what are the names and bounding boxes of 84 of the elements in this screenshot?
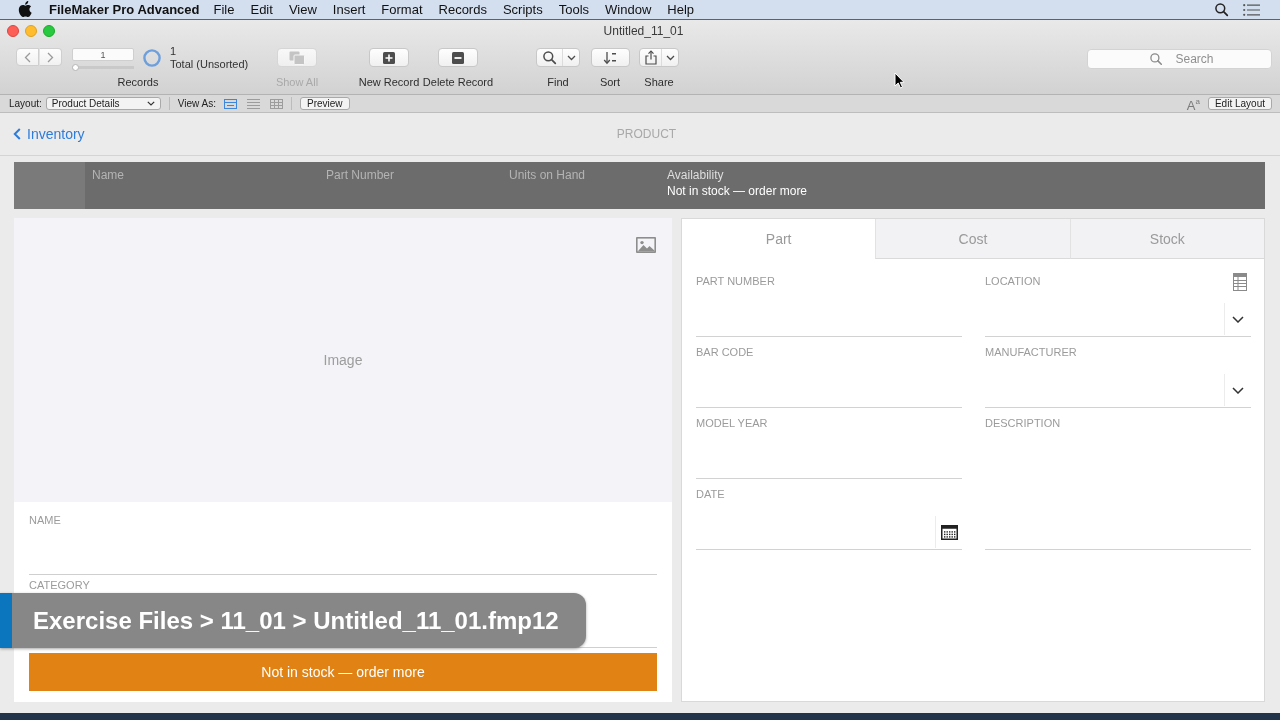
column-header: Part Number — [326, 168, 395, 182]
plus-icon — [383, 51, 395, 64]
list-icon[interactable] — [1243, 3, 1260, 16]
search-field[interactable]: Search — [1087, 49, 1272, 69]
field-label: DATE — [696, 487, 725, 501]
image-label: Image — [323, 352, 363, 368]
field-label: PART NUMBER — [696, 274, 775, 288]
search-icon — [1150, 53, 1162, 65]
chevron-left-icon — [24, 51, 31, 63]
close-button[interactable] — [7, 25, 19, 37]
field-label: LOCATION — [985, 274, 1041, 288]
minus-icon — [452, 51, 464, 64]
image-icon — [636, 237, 656, 253]
window-title: Untitled_11_01 — [603, 24, 684, 38]
form-view-icon[interactable] — [224, 98, 237, 109]
caption-banner: Exercise Files > 11_01 > Untitled_11_01.fmp12 — [0, 593, 586, 648]
menu-item[interactable]: Records — [438, 2, 487, 17]
search-icon[interactable] — [1215, 2, 1229, 17]
toolbar-label: Find — [547, 76, 569, 88]
field-label: CATEGORY — [29, 579, 91, 592]
toolbar-label: Share — [644, 76, 674, 88]
availability-value: Not in stock — order more — [667, 183, 808, 199]
menu-item[interactable]: Scripts — [502, 2, 543, 17]
record-slider[interactable] — [72, 64, 134, 71]
field-label: MODEL YEAR — [696, 416, 768, 430]
chevron-right-icon — [47, 51, 54, 63]
toolbar-label: New Record — [358, 76, 420, 88]
menu-item[interactable]: Format — [381, 2, 423, 17]
menu-item[interactable]: Help — [667, 2, 695, 17]
field-label: BAR CODE — [696, 345, 754, 359]
column-header: Units on Hand — [509, 168, 586, 182]
sort-icon — [603, 50, 617, 65]
sort-button[interactable] — [590, 48, 630, 67]
field-label: DESCRIPTION — [985, 416, 1061, 430]
caret-icon — [566, 54, 576, 61]
toolbar-label: Sort — [599, 76, 621, 88]
toolbar-label: Delete Record — [422, 76, 494, 88]
preview-button[interactable]: Preview — [300, 97, 350, 110]
calendar-icon[interactable] — [940, 524, 958, 540]
menu-item[interactable]: Tools — [558, 2, 590, 17]
slider-thumb[interactable] — [72, 64, 79, 71]
delete-record-button[interactable] — [438, 48, 478, 67]
menu-item[interactable]: Edit — [250, 2, 273, 17]
list-view-icon[interactable] — [247, 98, 260, 109]
field-label: NAME — [29, 514, 62, 527]
apple-icon[interactable] — [18, 0, 32, 17]
toolbar-label: Records — [117, 76, 159, 88]
next-button[interactable] — [39, 48, 62, 66]
edit-layout-button[interactable]: Edit Layout — [1207, 97, 1272, 110]
menu-item[interactable]: Insert — [332, 2, 366, 17]
find-button[interactable] — [536, 48, 580, 67]
page-title: PRODUCT — [616, 127, 677, 141]
ring-icon — [143, 49, 161, 67]
found-status: Total (Unsorted) — [170, 58, 249, 71]
app-menu[interactable]: FileMaker Pro Advanced — [49, 2, 200, 17]
column-header: Name — [92, 168, 124, 182]
menu-item[interactable]: View — [288, 2, 317, 17]
search-icon — [542, 50, 557, 65]
menu-item[interactable]: Window — [605, 2, 652, 17]
zoom-button[interactable] — [43, 25, 55, 37]
record-count: 1 — [170, 45, 178, 58]
previous-button[interactable] — [16, 48, 39, 66]
new-record-button[interactable] — [369, 48, 409, 67]
availability-label: Availability — [667, 167, 724, 183]
caret-icon[interactable] — [1232, 315, 1244, 323]
caret-icon — [146, 101, 155, 106]
table-icon[interactable] — [1233, 273, 1247, 291]
back-link[interactable]: Inventory — [13, 126, 85, 142]
minimize-button[interactable] — [25, 25, 37, 37]
chevron-left-icon — [13, 128, 21, 140]
layout-dropdown[interactable]: Product Details — [45, 97, 161, 110]
layout-label: Layout: — [9, 98, 42, 109]
field-label: MANUFACTURER — [985, 345, 1077, 359]
share-icon — [644, 50, 657, 65]
table-view-icon[interactable] — [270, 98, 283, 109]
share-button[interactable] — [639, 48, 679, 67]
view-as-label: View As: — [177, 98, 216, 109]
record-number-field[interactable]: 1 — [72, 48, 134, 61]
menu-item[interactable]: File — [213, 2, 235, 17]
row-marker — [14, 162, 85, 209]
caret-icon — [665, 54, 675, 61]
caret-icon[interactable] — [1232, 386, 1244, 394]
cursor-icon — [894, 72, 905, 89]
stacked-squares-icon — [289, 50, 305, 65]
